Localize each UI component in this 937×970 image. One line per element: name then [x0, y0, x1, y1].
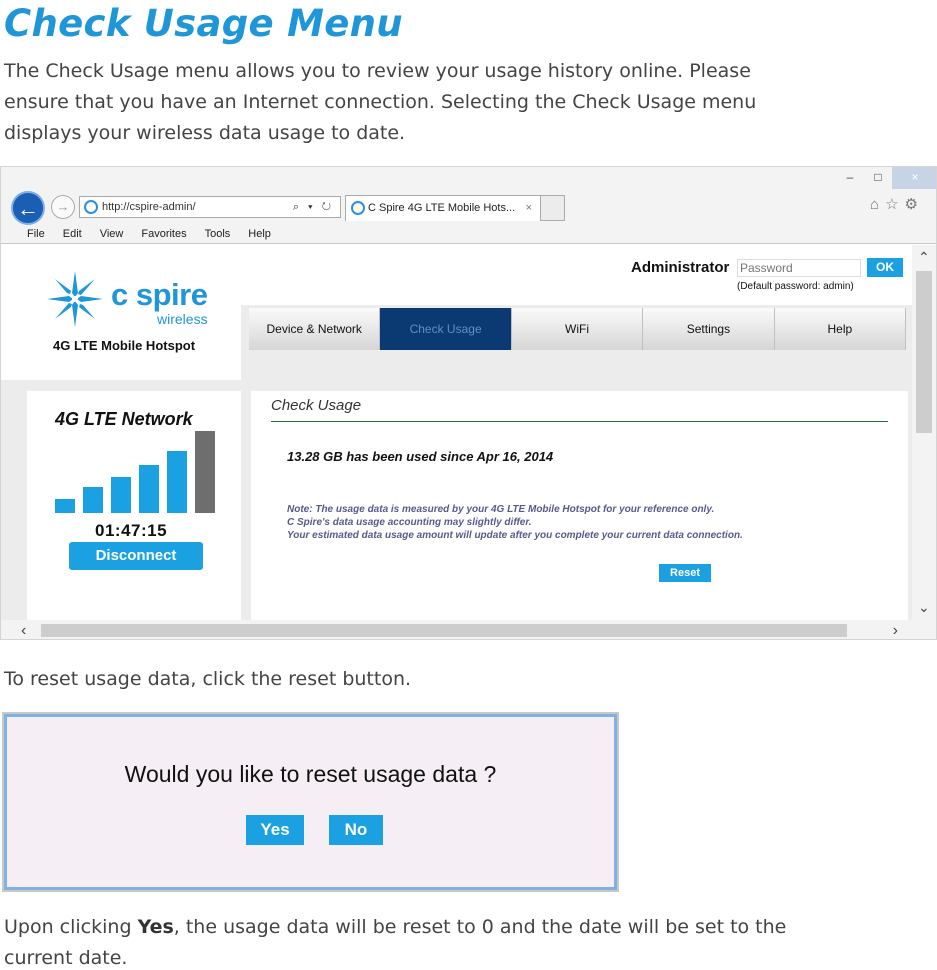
browser-screenshot: – □ × ← → http://cspire-admin/ ⌕ ▾ ↻ C S… — [0, 166, 937, 640]
logo-subtitle: wireless — [157, 311, 208, 327]
connection-timer: 01:47:15 — [95, 521, 168, 540]
nav-wifi[interactable]: WiFi — [511, 308, 644, 350]
tab-title: C Spire 4G LTE Mobile Hots... — [368, 202, 516, 214]
menu-help[interactable]: Help — [248, 224, 271, 244]
login-strip: Administrator OK (Default password: admi… — [241, 245, 914, 305]
signal-bar — [139, 465, 159, 513]
note-line: C Spire's data usage accounting may slig… — [287, 517, 532, 528]
usage-summary: 13.28 GB has been used since Apr 16, 201… — [287, 449, 554, 464]
intro-paragraph: The Check Usage menu allows you to revie… — [4, 56, 756, 149]
scroll-up-icon[interactable]: ⌃ — [918, 249, 930, 266]
outro-prefix: Upon clicking — [4, 916, 138, 938]
intro-line: ensure that you have an Internet connect… — [4, 91, 757, 113]
network-panel: 4G LTE Network 01:47:15 Disconnect — [27, 391, 241, 620]
signal-bar — [55, 499, 75, 513]
outro-line: current date. — [4, 947, 128, 969]
scroll-down-icon[interactable]: ⌄ — [918, 599, 930, 616]
main-nav: Device & Network Check Usage WiFi Settin… — [249, 308, 907, 350]
menu-tools[interactable]: Tools — [205, 224, 231, 244]
signal-strength-icon — [55, 431, 225, 513]
note-line: Your estimated data usage amount will up… — [287, 530, 743, 541]
menu-bar: File Edit View Favorites Tools Help — [1, 224, 936, 244]
browser-tab[interactable]: C Spire 4G LTE Mobile Hots... × — [345, 195, 541, 221]
scroll-left-icon[interactable]: ‹ — [21, 620, 26, 639]
outro-yes: Yes — [137, 916, 174, 938]
reset-confirm-dialog: Would you like to reset usage data ? Yes… — [2, 712, 619, 892]
address-url: http://cspire-admin/ — [102, 201, 196, 213]
administrator-label: Administrator — [631, 259, 730, 276]
ie-logo-icon — [84, 200, 98, 214]
menu-edit[interactable]: Edit — [63, 224, 82, 244]
check-usage-panel: Check Usage 13.28 GB has been used since… — [251, 391, 908, 620]
logo-wordmark: c spire — [111, 277, 208, 312]
reset-button[interactable]: Reset — [659, 564, 711, 582]
signal-bar — [83, 487, 103, 513]
new-tab-button[interactable] — [541, 195, 565, 221]
signal-bar — [167, 451, 187, 513]
scroll-thumb[interactable] — [41, 624, 847, 637]
page-title: Check Usage Menu — [4, 2, 403, 45]
vertical-scrollbar[interactable]: ⌃ ⌄ — [912, 245, 936, 620]
tab-close-icon[interactable]: × — [526, 196, 532, 220]
usage-note: Note: The usage data is measured by your… — [287, 503, 743, 542]
menu-favorites[interactable]: Favorites — [141, 224, 186, 244]
close-window-button[interactable]: × — [892, 167, 936, 189]
signal-bar — [195, 431, 215, 513]
nav-help[interactable]: Help — [774, 308, 907, 350]
forward-arrow-icon[interactable]: → — [51, 195, 75, 219]
signal-bar — [111, 477, 131, 513]
password-field[interactable] — [737, 259, 861, 277]
menu-view[interactable]: View — [100, 224, 124, 244]
note-line: Note: The usage data is measured by your… — [287, 504, 715, 515]
outro-line: Upon clicking Yes, the usage data will b… — [4, 912, 786, 943]
scroll-thumb[interactable] — [916, 271, 932, 433]
nav-settings[interactable]: Settings — [643, 308, 775, 350]
dialog-question: Would you like to reset usage data ? — [124, 761, 497, 787]
ie-logo-icon — [351, 201, 365, 215]
nav-check-usage[interactable]: Check Usage — [380, 308, 512, 350]
ok-button[interactable]: OK — [867, 258, 903, 277]
outro-paragraph: Upon clicking Yes, the usage data will b… — [4, 912, 786, 970]
window-controls: – □ × — [836, 167, 936, 189]
back-arrow-icon[interactable]: ← — [11, 191, 45, 225]
no-button[interactable]: No — [329, 815, 383, 845]
logo-area: c spire wireless 4G LTE Mobile Hotspot — [1, 245, 241, 380]
scroll-right-icon[interactable]: › — [893, 620, 898, 639]
intro-line: The Check Usage menu allows you to revie… — [4, 60, 751, 82]
web-page: c spire wireless 4G LTE Mobile Hotspot A… — [1, 245, 914, 620]
section-title: Check Usage — [271, 397, 362, 414]
maximize-button[interactable]: □ — [864, 167, 892, 189]
address-bar[interactable]: http://cspire-admin/ ⌕ ▾ ↻ — [79, 196, 341, 218]
nav-device-network[interactable]: Device & Network — [249, 308, 381, 350]
product-name: 4G LTE Mobile Hotspot — [53, 338, 196, 353]
section-divider — [271, 421, 888, 422]
browser-chrome: – □ × ← → http://cspire-admin/ ⌕ ▾ ↻ C S… — [1, 167, 936, 244]
horizontal-scrollbar[interactable]: ‹ › — [1, 620, 936, 639]
minimize-button[interactable]: – — [836, 167, 864, 189]
reset-instruction: To reset usage data, click the reset but… — [4, 668, 412, 690]
address-tools-icon[interactable]: ⌕ ▾ ↻ — [293, 197, 334, 217]
default-password-note: (Default password: admin) — [737, 281, 854, 292]
disconnect-button[interactable]: Disconnect — [69, 542, 203, 570]
menu-file[interactable]: File — [27, 224, 45, 244]
intro-line: displays your wireless data usage to dat… — [4, 122, 406, 144]
network-title: 4G LTE Network — [55, 409, 193, 429]
cspire-star-icon — [47, 271, 103, 327]
home-favorites-settings-icons[interactable]: ⌂☆⚙ — [870, 195, 924, 213]
yes-button[interactable]: Yes — [246, 815, 304, 845]
outro-suffix: , the usage data will be reset to 0 and … — [173, 916, 787, 938]
